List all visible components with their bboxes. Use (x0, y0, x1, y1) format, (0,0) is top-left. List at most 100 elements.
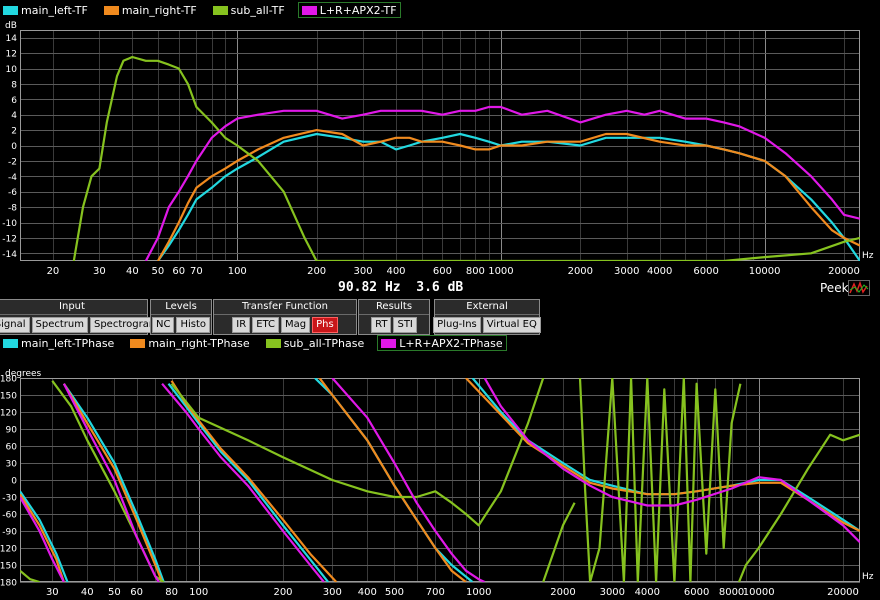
x-tick-label: 500 (385, 587, 404, 598)
x-tick-label: 3000 (614, 266, 639, 277)
plot-area (20, 30, 860, 261)
x-tick-label: 1000 (466, 587, 491, 598)
y-tick-label: 150 (0, 392, 17, 402)
peek-icon[interactable] (848, 280, 870, 296)
x-tick-label: 50 (108, 587, 121, 598)
group-title: Input (0, 300, 147, 315)
y-tick-label: 8 (11, 80, 17, 90)
x-tick-label: 600 (433, 266, 452, 277)
x-tick-label: 6000 (693, 266, 718, 277)
y-tick-label: -14 (2, 250, 17, 260)
x-tick-label: 200 (307, 266, 326, 277)
nc-button[interactable]: NC (152, 317, 175, 333)
plug-ins-button[interactable]: Plug-Ins (433, 317, 481, 333)
readout-value: 3.6 dB (416, 280, 464, 295)
x-tick-label: 60 (130, 587, 143, 598)
group-title: External (435, 300, 539, 315)
y-tick-label: 30 (6, 460, 18, 470)
x-tick-label: 60 (172, 266, 185, 277)
peek-label[interactable]: Peek (820, 281, 849, 295)
x-tick-label: 100 (189, 587, 208, 598)
group-external: External Plug-Ins Virtual EQ (433, 299, 541, 335)
y-tick-label: 0 (11, 477, 17, 487)
legend-label: sub_all-TF (230, 3, 285, 17)
x-tick-label: 20000 (827, 587, 859, 598)
y-tick-label: 120 (0, 409, 17, 419)
x-tick-label: 300 (323, 587, 342, 598)
legend-swatch (103, 5, 119, 15)
y-tick-label: 12 (6, 50, 17, 60)
x-tick-label: 20000 (828, 266, 860, 277)
legend-swatch (212, 5, 228, 15)
y-tick-label: 0 (11, 142, 17, 152)
legend-label: main_left-TF (21, 3, 88, 17)
group-levels: Levels NC Histo (150, 299, 212, 335)
phs-button[interactable]: Phs (312, 317, 338, 333)
ir-button[interactable]: IR (232, 317, 251, 333)
y-tick-label: -4 (8, 173, 17, 183)
x-tick-label: 700 (426, 587, 445, 598)
legend-label: sub_all-TPhase (283, 336, 365, 350)
x-tick-label: 10000 (749, 266, 781, 277)
y-tick-label: -120 (0, 545, 17, 555)
x-tick-label: 400 (358, 587, 377, 598)
x-axis-label: Hz (862, 572, 874, 582)
x-tick-label: 20 (47, 266, 60, 277)
histo-button[interactable]: Histo (176, 317, 211, 333)
mag-button[interactable]: Mag (281, 317, 311, 333)
y-tick-label: 14 (6, 34, 18, 44)
rt-button[interactable]: RT (371, 317, 392, 333)
legend-item-main-left-tf[interactable]: main_left-TF (0, 3, 91, 17)
legend-swatch (3, 338, 18, 348)
y-tick-label: -90 (2, 528, 17, 538)
x-tick-label: 40 (126, 266, 139, 277)
phase-chart[interactable]: 1801501209060300-30-60-90-120-150-180304… (0, 351, 880, 600)
x-tick-label: 6000 (684, 587, 709, 598)
time-signal-button[interactable]: e Signal (0, 317, 30, 333)
y-tick-label: 10 (6, 65, 18, 75)
legend-label: main_right-TPhase (148, 336, 250, 350)
y-tick-label: 90 (6, 426, 18, 436)
cursor-readout: 90.82 Hz 3.6 dB (338, 280, 463, 295)
x-tick-label: 100 (228, 266, 247, 277)
y-tick-label: 60 (6, 443, 18, 453)
group-input: Input e Signal Spectrum Spectrogram (0, 299, 163, 335)
bottom-legend: main_left-TPhase main_right-TPhase sub_a… (0, 335, 517, 351)
spectrum-button[interactable]: Spectrum (31, 317, 88, 333)
legend-swatch (3, 5, 18, 15)
legend-item-lr-apx2-tphase[interactable]: L+R+APX2-TPhase (377, 335, 507, 351)
magnitude-chart[interactable]: 14121086420-2-4-6-8-10-12-1420 30 40 50 60 70… (0, 18, 880, 278)
y-tick-label: -8 (8, 204, 17, 214)
legend-item-lr-apx2-tf[interactable]: L+R+APX2-TF (297, 2, 401, 18)
y-tick-label: 4 (11, 111, 17, 121)
legend-item-main-left-tphase[interactable]: main_left-TPhase (0, 336, 117, 350)
group-transfer-function: Transfer Function IR ETC Mag Phs (213, 299, 357, 335)
group-results: Results RT STI (358, 299, 430, 335)
legend-label: L+R+APX2-TF (319, 3, 397, 17)
group-title: Transfer Function (214, 300, 356, 315)
legend-swatch (130, 338, 146, 348)
legend-label: main_left-TPhase (21, 336, 115, 350)
x-tick-label: 70 (190, 266, 203, 277)
y-tick-label: -30 (2, 494, 17, 504)
x-tick-label: 4000 (647, 266, 672, 277)
x-tick-label: 300 (354, 266, 373, 277)
legend-label: main_right-TF (121, 3, 197, 17)
y-axis-label: dB (5, 21, 17, 31)
x-tick-label: 200 (273, 587, 292, 598)
virtual-eq-button[interactable]: Virtual EQ (482, 317, 541, 333)
y-tick-label: -12 (2, 234, 17, 244)
y-tick-label: -150 (0, 562, 17, 572)
legend-item-sub-all-tf[interactable]: sub_all-TF (210, 3, 288, 17)
x-tick-label: 4000 (635, 587, 660, 598)
x-tick-label: 2000 (568, 266, 593, 277)
top-legend: main_left-TF main_right-TF sub_all-TF L+… (0, 2, 411, 18)
legend-item-main-right-tf[interactable]: main_right-TF (101, 3, 200, 17)
legend-item-sub-all-tphase[interactable]: sub_all-TPhase (263, 336, 368, 350)
legend-item-main-right-tphase[interactable]: main_right-TPhase (127, 336, 252, 350)
sti-button[interactable]: STI (393, 317, 417, 333)
etc-button[interactable]: ETC (252, 317, 280, 333)
y-tick-label: -180 (0, 579, 17, 589)
group-title: Levels (151, 300, 211, 315)
x-tick-label: 400 (386, 266, 405, 277)
